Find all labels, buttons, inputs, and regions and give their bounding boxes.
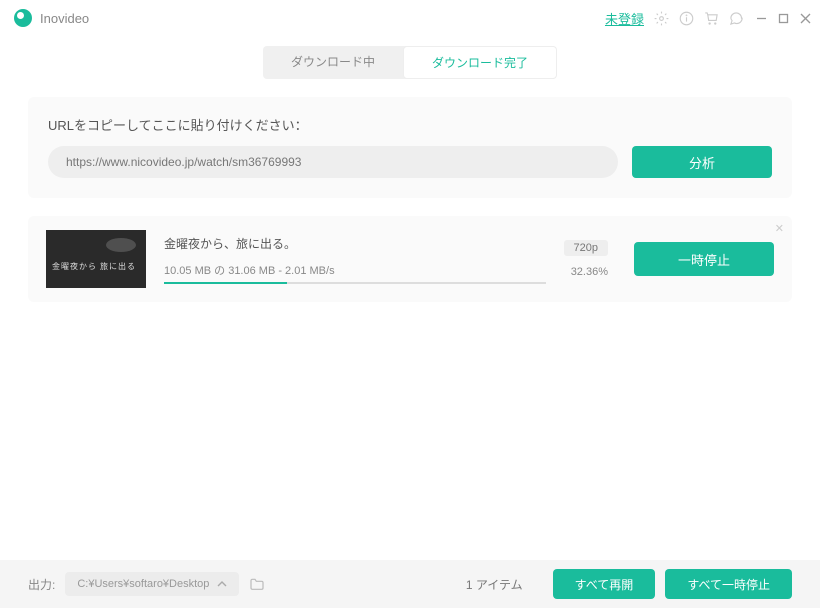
title-icons <box>654 11 744 26</box>
output-path[interactable]: C:¥Users¥softaro¥Desktop <box>65 572 239 596</box>
output-path-text: C:¥Users¥softaro¥Desktop <box>77 578 209 590</box>
register-link[interactable]: 未登録 <box>605 9 644 28</box>
folder-icon[interactable] <box>249 577 265 591</box>
thumbnail: 金曜夜から 旅に出る <box>46 230 146 288</box>
pause-button[interactable]: 一時停止 <box>634 242 774 276</box>
tab-completed[interactable]: ダウンロード完了 <box>403 46 557 79</box>
minimize-button[interactable] <box>754 11 768 25</box>
tab-downloading[interactable]: ダウンロード中 <box>263 46 403 79</box>
item-stats: 10.05 MB の 31.06 MB - 2.01 MB/s <box>164 262 546 278</box>
item-info: 金曜夜から、旅に出る。 10.05 MB の 31.06 MB - 2.01 M… <box>164 235 546 284</box>
output-label: 出力: <box>28 576 55 593</box>
window-controls <box>754 11 812 25</box>
info-icon[interactable] <box>679 11 694 26</box>
download-item: ✕ 金曜夜から 旅に出る 金曜夜から、旅に出る。 10.05 MB の 31.0… <box>28 216 792 302</box>
maximize-button[interactable] <box>776 11 790 25</box>
close-icon[interactable]: ✕ <box>775 222 784 235</box>
url-label: URLをコピーしてここに貼り付けください： <box>48 115 772 134</box>
quality-badge: 720p <box>564 240 608 256</box>
app-logo <box>14 9 32 27</box>
titlebar: Inovideo 未登録 <box>0 0 820 36</box>
close-button[interactable] <box>798 11 812 25</box>
item-count: 1 アイテム <box>466 576 523 593</box>
chevron-up-icon[interactable] <box>217 581 227 587</box>
resume-all-button[interactable]: すべて再開 <box>553 569 656 599</box>
analyze-button[interactable]: 分析 <box>632 146 772 178</box>
cart-icon[interactable] <box>704 11 719 26</box>
url-input[interactable] <box>48 146 618 178</box>
pause-all-button[interactable]: すべて一時停止 <box>665 569 792 599</box>
url-panel: URLをコピーしてここに貼り付けください： 分析 <box>28 97 792 198</box>
tabs: ダウンロード中 ダウンロード完了 <box>0 46 820 79</box>
progress-fill <box>164 282 287 284</box>
gear-icon[interactable] <box>654 11 669 26</box>
item-title: 金曜夜から、旅に出る。 <box>164 235 546 252</box>
progress-percent: 32.36% <box>571 266 608 278</box>
app-name: Inovideo <box>40 11 89 26</box>
chat-icon[interactable] <box>729 11 744 26</box>
footer: 出力: C:¥Users¥softaro¥Desktop 1 アイテム すべて再… <box>0 560 820 608</box>
progress-bar <box>164 282 546 284</box>
